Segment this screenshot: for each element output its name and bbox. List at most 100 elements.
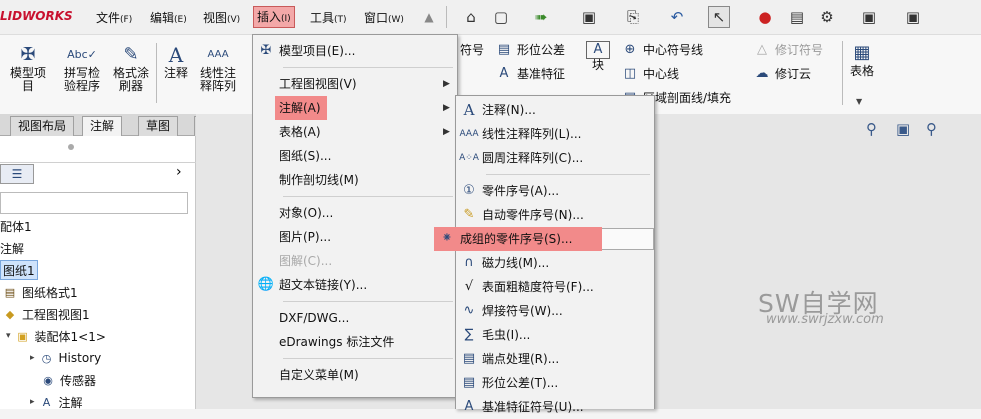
annotation-stacked-balloon[interactable]: ⁕ 成组的零件序号(S)... — [434, 227, 654, 251]
revision-cloud-button[interactable]: ☁ 修订云 — [754, 65, 812, 82]
tab-view-layout[interactable]: 视图布局 — [10, 116, 75, 136]
note-button[interactable]: A 注释 — [160, 43, 192, 80]
tree-assembly[interactable]: ▾ ▣ 装配体1<1> — [6, 326, 106, 346]
spell-check-button[interactable]: Abc✓ 拼写检 验程序 — [58, 43, 106, 93]
model-items-button[interactable]: ✠ 模型项 目 — [4, 43, 52, 93]
file-properties-icon[interactable]: ▤ — [786, 6, 808, 28]
collapse-arrow-icon[interactable]: ▸ — [30, 397, 35, 407]
insert-edrawings-markup[interactable]: eDrawings 标注文件 — [253, 330, 457, 354]
open-icon[interactable]: ➠ — [530, 6, 552, 28]
expand-arrow-icon[interactable]: ▾ — [6, 331, 11, 341]
annotation-linear-note-pattern[interactable]: AAA 线性注释阵列(L)... — [456, 122, 654, 146]
annotation-submenu: A 注释(N)... AAA 线性注释阵列(L)... A⁘A 圆周注释阵列(C)..… — [434, 95, 655, 414]
insert-diagram-label: 图解(C)... — [279, 254, 333, 268]
new-document-icon[interactable]: ▢ — [490, 6, 512, 28]
insert-section-line[interactable]: 制作剖切线(M) — [253, 168, 457, 192]
block-icon: A — [586, 41, 610, 59]
pin-icon[interactable]: ▲ — [418, 6, 440, 28]
weld-symbol-icon: ∿ — [463, 303, 475, 318]
annotation-circular-note-pattern[interactable]: A⁘A 圆周注释阵列(C)... — [456, 146, 654, 170]
watermark-url: www.swrjzxw.com — [766, 312, 884, 327]
revision-cloud-label: 修订云 — [775, 67, 812, 81]
format-painter-button[interactable]: ✎ 格式涂 刷器 — [108, 43, 154, 93]
menu-insert[interactable]: 插入(I) — [253, 6, 295, 28]
tree-drawing-view[interactable]: ◆ 工程图视图1 — [2, 304, 90, 324]
tab-annotation[interactable]: 注解 — [82, 116, 123, 136]
insert-customize-menu[interactable]: 自定义菜单(M) — [253, 363, 457, 387]
pane-grip-icon[interactable] — [68, 144, 74, 150]
tree-sub-annotations[interactable]: ▸ A 注解 — [30, 392, 83, 412]
annotation-caterpillar[interactable]: ∑ 毛虫(I)... — [456, 323, 654, 347]
zoom-to-area-icon[interactable]: ▣ — [896, 120, 910, 138]
linear-note-pattern-icon: AAA — [207, 49, 229, 60]
save-options-icon[interactable]: ▣ — [858, 6, 880, 28]
print-icon[interactable]: ⎘ — [622, 6, 644, 28]
centerline-button[interactable]: ◫ 中心线 — [622, 65, 679, 82]
ribbon-divider — [156, 43, 157, 103]
annotation-note[interactable]: A 注释(N)... — [456, 98, 654, 122]
insert-sheet[interactable]: 图纸(S)... — [253, 144, 457, 168]
save-icon[interactable]: ▣ — [578, 6, 600, 28]
revision-symbol-label: 修订符号 — [775, 43, 824, 57]
datum-button[interactable]: A 基准特征 — [496, 65, 565, 82]
filter-input[interactable] — [0, 192, 188, 214]
history-icon: ◷ — [41, 351, 52, 365]
menu-view[interactable]: 视图(V) — [203, 8, 240, 28]
revision-symbol-button[interactable]: △ 修订符号 — [754, 41, 823, 58]
menu-insert-label: 插入 — [257, 10, 282, 24]
balloon-group[interactable]: 符号 — [460, 41, 484, 58]
linear-note-pattern-button[interactable]: AAA 线性注 释阵列 — [194, 43, 242, 93]
tab-sketch[interactable]: 草图 — [138, 116, 179, 136]
menu-tools-key: (T) — [334, 15, 347, 25]
surface-finish-icon: √ — [464, 279, 474, 294]
gtol-button[interactable]: ▤ 形位公差 — [496, 41, 565, 58]
insert-model-items[interactable]: ✠ 模型项目(E)... — [253, 39, 457, 63]
previous-view-icon[interactable]: ⚲ — [926, 120, 937, 138]
chevron-right-icon[interactable]: › — [176, 164, 182, 180]
insert-picture[interactable]: 图片(P)... — [253, 225, 457, 249]
rebuild-traffic-light-icon[interactable]: ● — [754, 6, 776, 28]
annotation-magnetic-line[interactable]: ∩ 磁力线(M)... — [456, 251, 654, 275]
magnetic-line-icon: ∩ — [464, 255, 474, 270]
menu-edit[interactable]: 编辑(E) — [150, 8, 187, 28]
annotation-auto-balloon[interactable]: ✎ 自动零件序号(N)... — [456, 203, 654, 227]
feature-manager-tab-icon[interactable]: ☰ — [0, 164, 34, 184]
undo-icon[interactable]: ↶ — [666, 6, 688, 28]
insert-edrawings-markup-label: eDrawings 标注文件 — [279, 335, 395, 349]
options-gear-icon[interactable]: ⚙ — [816, 6, 838, 28]
menu-window[interactable]: 窗口(W) — [364, 8, 404, 28]
select-arrow-icon[interactable]: ↖ — [708, 6, 730, 28]
tree-annotations[interactable]: 注解 — [0, 238, 24, 258]
block-button[interactable]: A块 — [586, 41, 610, 72]
insert-drawing-view[interactable]: 工程图视图(V) ▶ — [253, 72, 457, 96]
home-icon[interactable]: ⌂ — [460, 6, 482, 28]
insert-object[interactable]: 对象(O)... — [253, 201, 457, 225]
annotation-weld-symbol[interactable]: ∿ 焊接符号(W)... — [456, 299, 654, 323]
table-button[interactable]: ▦ 表格 — [846, 41, 878, 78]
table-dropdown-icon[interactable]: ▼ — [856, 97, 862, 106]
menu-tools[interactable]: 工具(T) — [310, 8, 347, 28]
tree-sensors[interactable]: ◉ 传感器 — [40, 370, 96, 390]
insert-annotation[interactable]: 注解(A) ▶ — [253, 96, 457, 120]
insert-hyperlink[interactable]: 🌐 超文本链接(Y)... — [253, 273, 457, 297]
center-mark-button[interactable]: ⊕ 中心符号线 — [622, 41, 703, 58]
insert-table[interactable]: 表格(A) ▶ — [253, 120, 457, 144]
tree-root[interactable]: 配体1 — [0, 216, 32, 236]
tree-sheet[interactable]: 图纸1 — [0, 260, 38, 280]
tree-sheet-format[interactable]: ▤ 图纸格式1 — [2, 282, 78, 302]
menu-tools-label: 工具 — [310, 11, 335, 25]
auto-balloon-icon: ✎ — [463, 207, 475, 222]
annotation-datum[interactable]: A 基准特征符号(U)... — [456, 395, 654, 419]
annotation-surface-finish[interactable]: √ 表面粗糙度符号(F)... — [456, 275, 654, 299]
insert-customize-menu-label: 自定义菜单(M) — [279, 368, 359, 382]
annotation-end-treatment[interactable]: ▤ 端点处理(R)... — [456, 347, 654, 371]
zoom-to-fit-icon[interactable]: ⚲ — [866, 120, 877, 138]
annotation-gtol[interactable]: ▤ 形位公差(T)... — [456, 371, 654, 395]
save-as-icon[interactable]: ▣ — [902, 6, 924, 28]
insert-dxf-dwg[interactable]: DXF/DWG... — [253, 306, 457, 330]
insert-menu: ✠ 模型项目(E)... 工程图视图(V) ▶ 注解(A) ▶ 表格(A) ▶ 图纸(S… — [252, 34, 458, 398]
annotation-balloon[interactable]: ① 零件序号(A)... — [456, 179, 654, 203]
collapse-arrow-icon[interactable]: ▸ — [30, 353, 35, 363]
menu-file[interactable]: 文件(F) — [96, 8, 132, 28]
tree-history[interactable]: ▸ ◷ History — [30, 348, 101, 368]
